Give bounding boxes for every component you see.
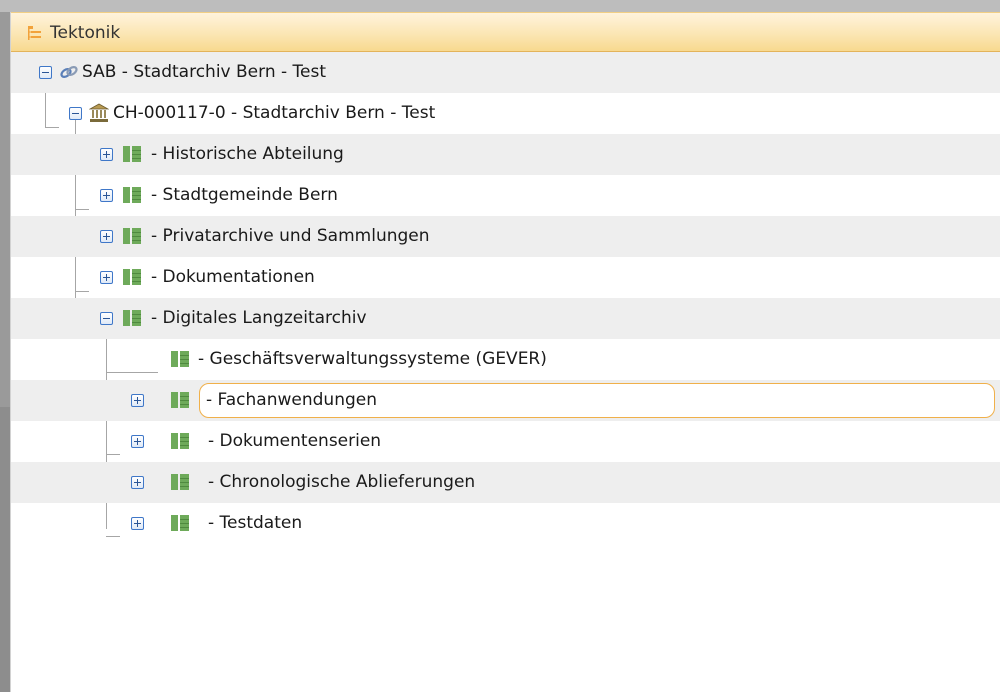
folder-stack-icon xyxy=(171,392,189,408)
tree-node-root[interactable]: SAB - Stadtarchiv Bern - Test xyxy=(11,52,1000,93)
institution-icon xyxy=(89,103,109,122)
expand-toggle[interactable] xyxy=(100,230,113,243)
tree-node-dokumentationen[interactable]: - Dokumentationen xyxy=(11,257,1000,298)
tree-node-label: - Testdaten xyxy=(208,513,303,533)
expand-toggle[interactable] xyxy=(100,148,113,161)
expand-toggle[interactable] xyxy=(100,271,113,284)
tree-node-digitales-langzeitarchiv[interactable]: - Digitales Langzeitarchiv xyxy=(11,298,1000,339)
tree-node-label: - Historische Abteilung xyxy=(151,144,344,164)
folder-stack-icon xyxy=(171,515,189,531)
folder-stack-icon xyxy=(171,433,189,449)
folder-stack-icon xyxy=(171,351,189,367)
folder-stack-icon xyxy=(171,474,189,490)
folder-stack-icon xyxy=(123,310,141,326)
collapse-toggle[interactable] xyxy=(100,312,113,325)
folder-stack-icon xyxy=(123,146,141,162)
folder-stack-icon xyxy=(123,228,141,244)
tree-node-label: SAB - Stadtarchiv Bern - Test xyxy=(82,62,327,82)
tree-node-label: - Stadtgemeinde Bern xyxy=(151,185,338,205)
tree-node-label: - Dokumentationen xyxy=(151,267,315,287)
tree-view-icon xyxy=(28,26,41,40)
collapse-toggle[interactable] xyxy=(69,107,82,120)
tree-node-label: CH-000117-0 - Stadtarchiv Bern - Test xyxy=(113,103,436,123)
tree-node-testdaten[interactable]: - Testdaten xyxy=(11,503,1000,544)
collapse-toggle[interactable] xyxy=(39,66,52,79)
top-border xyxy=(0,0,1000,12)
expand-toggle[interactable] xyxy=(131,517,144,530)
expand-toggle[interactable] xyxy=(131,476,144,489)
panel-title: Tektonik xyxy=(50,23,121,43)
panel-header: Tektonik xyxy=(11,12,1000,52)
tree-node-fachanwendungen[interactable]: - Fachanwendungen xyxy=(11,380,1000,421)
expand-toggle[interactable] xyxy=(131,435,144,448)
tree-node-label: - Chronologische Ablieferungen xyxy=(208,472,476,492)
tree-node-gever[interactable]: - Geschäftsverwaltungssysteme (GEVER) xyxy=(11,339,1000,380)
tree-node-label: - Geschäftsverwaltungssysteme (GEVER) xyxy=(198,349,547,369)
expand-toggle[interactable] xyxy=(131,394,144,407)
tektonik-panel: Tektonik SAB - Stadtarchiv Bern - Test C… xyxy=(10,12,1000,692)
folder-stack-icon xyxy=(123,187,141,203)
link-icon xyxy=(60,66,78,78)
expand-toggle[interactable] xyxy=(100,189,113,202)
tree-node-label: - Privatarchive und Sammlungen xyxy=(151,226,430,246)
tree-node-label-selected: - Fachanwendungen xyxy=(199,383,995,418)
tree-node-privatarchive[interactable]: - Privatarchive und Sammlungen xyxy=(11,216,1000,257)
tree-node-label: - Dokumentenserien xyxy=(208,431,382,451)
tree-node-archive[interactable]: CH-000117-0 - Stadtarchiv Bern - Test xyxy=(11,93,1000,134)
tree-node-dokumentenserien[interactable]: - Dokumentenserien xyxy=(11,421,1000,462)
tree-node-chronologische-ablieferungen[interactable]: - Chronologische Ablieferungen xyxy=(11,462,1000,503)
tree-node-stadtgemeinde-bern[interactable]: - Stadtgemeinde Bern xyxy=(11,175,1000,216)
left-pane-edge xyxy=(0,12,10,692)
folder-stack-icon xyxy=(123,269,141,285)
tree-node-historische-abteilung[interactable]: - Historische Abteilung xyxy=(11,134,1000,175)
left-pane-shadow xyxy=(0,407,10,692)
tree-node-label: - Digitales Langzeitarchiv xyxy=(151,308,367,328)
